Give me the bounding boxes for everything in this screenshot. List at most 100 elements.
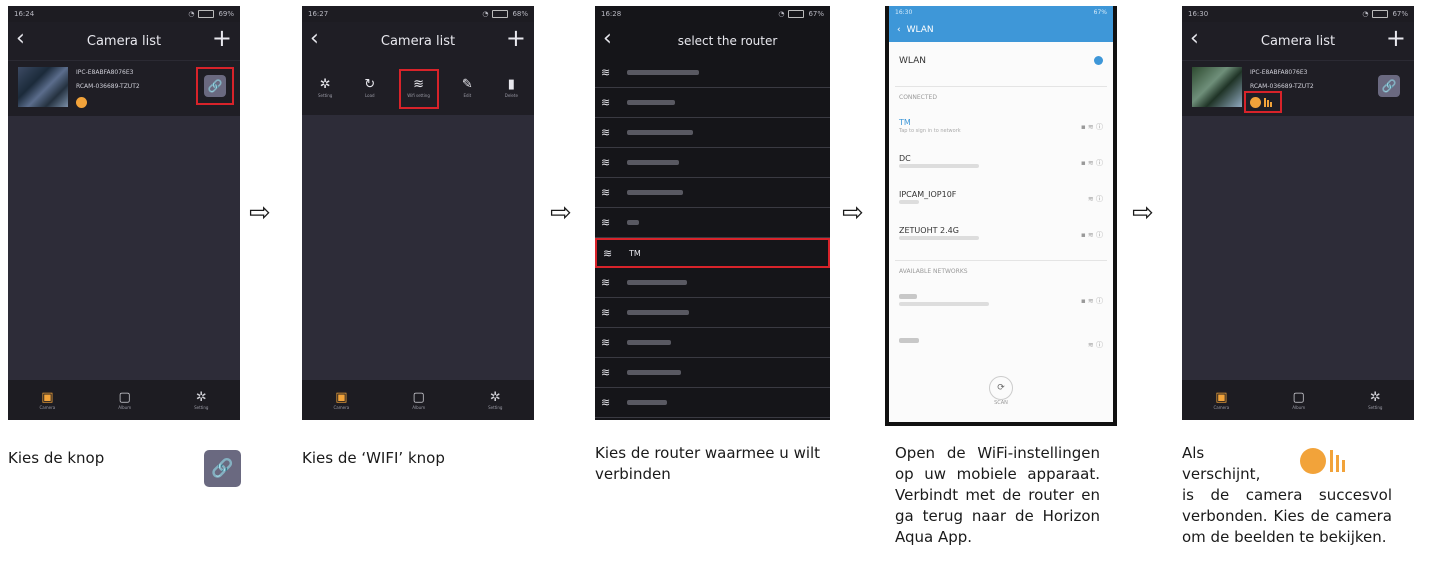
back-icon[interactable]: ‹	[1190, 28, 1199, 50]
signal-bars-icon	[1330, 449, 1345, 472]
router-item[interactable]: ≋	[595, 148, 830, 178]
add-icon[interactable]: +	[506, 26, 526, 50]
network-status	[899, 164, 1103, 170]
back-icon[interactable]: ‹	[16, 28, 25, 50]
wifi-icon: ◔	[482, 10, 489, 18]
setting-button[interactable]: ✲ Setting	[318, 77, 332, 98]
router-item[interactable]: ≋	[595, 328, 830, 358]
caption-step-5-b: verschijnt,	[1182, 465, 1261, 483]
tab-setting[interactable]: ✲ Setting	[194, 389, 208, 410]
highlight-box	[399, 69, 440, 109]
camera-thumbnail	[1192, 67, 1242, 107]
wifi-icon: ≋	[603, 246, 613, 260]
link-button-illustration: 🔗	[204, 450, 241, 487]
wifi-icon: ≋	[601, 276, 611, 289]
network-name: DC	[899, 154, 911, 163]
tab-setting[interactable]: ✲ Setting	[488, 389, 502, 410]
router-item[interactable]: ≋	[595, 358, 830, 388]
status-time: 16:30	[895, 8, 913, 16]
router-item-selected[interactable]: ≋ TM	[595, 238, 830, 268]
gear-icon: ✲	[195, 389, 207, 405]
redacted-ssid	[627, 370, 681, 375]
network-status	[899, 302, 1103, 308]
scan-button[interactable]: ⟳ SCAN	[889, 376, 1113, 406]
edit-icon: ✎	[461, 77, 473, 92]
delete-button[interactable]: ▮ Delete	[505, 77, 518, 98]
router-item[interactable]: ≋	[595, 118, 830, 148]
camera-id: IPC-E8ABFA8076E3	[76, 69, 134, 76]
wlan-toggle[interactable]	[1094, 56, 1103, 65]
tab-camera[interactable]: ▣ Camera	[334, 389, 350, 410]
arrow-icon: ⇨	[550, 198, 572, 228]
link-icon: 🔗	[211, 458, 234, 479]
network-item[interactable]: ≋ ⓘ	[899, 336, 1103, 349]
redacted-ssid	[627, 70, 699, 75]
bottom-tab-bar: ▣ Camera ▢ Album ✲ Setting	[8, 380, 240, 420]
back-icon[interactable]: ‹	[603, 28, 612, 50]
tab-label: Album	[118, 404, 132, 410]
status-dot	[1300, 447, 1326, 474]
wifi-icon: ≋	[601, 66, 611, 79]
network-item[interactable]: DC ▪ ≋ ⓘ	[899, 154, 1103, 170]
tab-camera[interactable]: ▣ Camera	[1214, 390, 1230, 410]
add-icon[interactable]: +	[1386, 26, 1406, 50]
caption-step-5-a: Als	[1182, 444, 1205, 462]
redacted-network-name	[899, 336, 1103, 345]
link-button[interactable]: 🔗	[1378, 75, 1400, 97]
tab-setting[interactable]: ✲ Setting	[1368, 390, 1383, 410]
network-name: ZETUOHT 2.4G	[899, 226, 959, 235]
divider	[895, 86, 1107, 87]
tab-camera[interactable]: ▣ Camera	[40, 390, 56, 410]
router-item[interactable]: ≋	[595, 208, 830, 238]
redacted-ssid	[627, 220, 639, 225]
back-icon[interactable]: ‹	[310, 28, 319, 50]
camera-icon: ▣	[335, 389, 348, 405]
router-item[interactable]: ≋	[595, 88, 830, 118]
back-icon[interactable]: ‹	[897, 25, 901, 35]
wifi-button[interactable]: ≋ Wifi setting	[399, 69, 440, 109]
edit-button[interactable]: ✎ Edit	[462, 77, 473, 98]
tab-album[interactable]: ▢ Album	[118, 390, 132, 410]
redacted-network-name	[899, 292, 1103, 301]
link-icon: 🔗	[1381, 79, 1397, 93]
tab-label: Setting	[1368, 404, 1383, 410]
network-item[interactable]: ▪ ≋ ⓘ	[899, 292, 1103, 308]
tab-album[interactable]: ▢ Album	[1292, 390, 1305, 410]
router-item[interactable]: ≋	[595, 268, 830, 298]
gear-icon: ✲	[489, 389, 501, 405]
tool-label: Load	[364, 93, 375, 98]
title-bar: ‹ Camera list +	[8, 22, 240, 60]
battery-level: 69%	[218, 10, 234, 18]
camera-list-item[interactable]: IPC-E8ABFA8076E3 RCAM-036689-TZUT2 🔗	[8, 60, 240, 116]
wlan-toggle-row[interactable]: WLAN	[899, 56, 1103, 66]
network-name: IPCAM_IOP10F	[899, 190, 957, 199]
connected-indicator-illustration	[1300, 446, 1363, 475]
camera-thumbnail	[18, 67, 68, 107]
wlan-screen: 16:30 67% ‹ WLAN WLAN CONNECTED TM Tap to…	[889, 6, 1113, 422]
network-item-tm[interactable]: TM Tap to sign in to network ▪ ≋ ⓘ	[899, 118, 1103, 134]
camera-list-item[interactable]: IPC-E8ABFA8076E3 RCAM-036689-TZUT2 🔗	[1182, 60, 1414, 116]
status-time: 16:27	[308, 10, 329, 18]
network-item[interactable]: ZETUOHT 2.4G ▪ ≋ ⓘ	[899, 226, 1103, 242]
caption-step-4: Open de WiFi-instellingen op uw mobiele …	[895, 444, 1100, 546]
battery-level: 68%	[512, 10, 528, 18]
wifi-icon: ≋	[601, 96, 611, 109]
tool-label: Edit	[463, 93, 472, 98]
router-item[interactable]: ≋	[595, 388, 830, 418]
redacted-ssid	[627, 190, 683, 195]
camera-name: RCAM-036689-TZUT2	[76, 83, 140, 90]
page-title: select the router	[677, 34, 778, 48]
tab-album[interactable]: ▢ Album	[412, 390, 425, 410]
router-item[interactable]: ≋	[595, 298, 830, 328]
router-item[interactable]: ≋	[595, 58, 830, 88]
load-button[interactable]: ↻ Load	[364, 77, 375, 98]
wifi-icon: ≋ ⓘ	[1087, 341, 1103, 349]
redacted-ssid	[627, 100, 675, 105]
battery-icon	[492, 10, 509, 18]
wifi-icon: ◔	[778, 10, 785, 18]
network-item[interactable]: IPCAM_IOP10F ≋ ⓘ	[899, 190, 1103, 206]
gear-icon: ✲	[319, 77, 331, 92]
router-item[interactable]: ≋	[595, 178, 830, 208]
wifi-icon: ≋	[601, 186, 611, 199]
add-icon[interactable]: +	[212, 26, 232, 50]
